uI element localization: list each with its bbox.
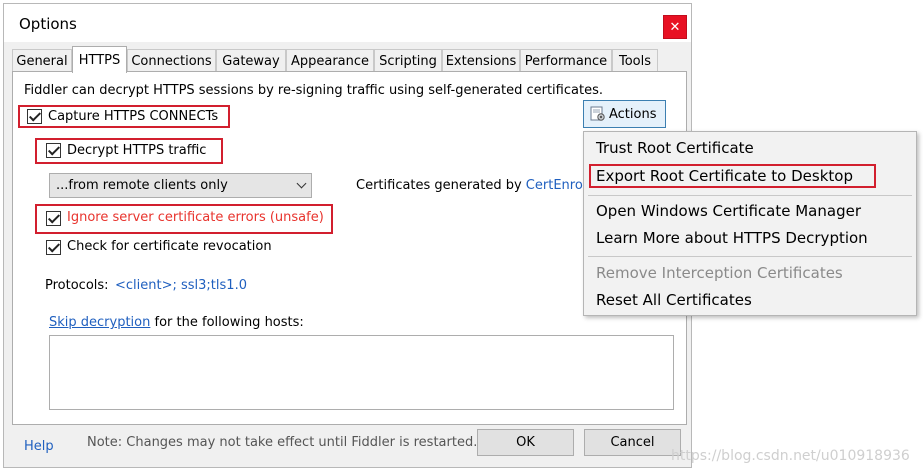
gear-certificate-icon [590,106,606,122]
tab-general[interactable]: General [12,49,72,72]
actions-menu: Trust Root Certificate Export Root Certi… [583,131,917,316]
check-revocation-label[interactable]: Check for certificate revocation [67,239,272,254]
chevron-down-icon [296,178,307,189]
close-icon: ✕ [669,19,681,35]
tab-tools[interactable]: Tools [612,49,658,72]
decrypt-scope-value: ...from remote clients only [56,178,228,193]
tab-connections[interactable]: Connections [127,49,216,72]
restart-note: Note: Changes may not take effect until … [87,435,478,450]
cert-generator-link[interactable]: CertEnroll [526,178,590,193]
menu-separator [588,256,912,257]
certs-generated-text: Certificates generated by CertEnroll [356,178,590,193]
menu-item-open-cert-manager[interactable]: Open Windows Certificate Manager [596,202,861,220]
skip-hosts-textarea[interactable] [49,335,674,410]
dialog-title: Options [19,15,77,33]
skip-decryption-label: for the following hosts: [154,315,304,330]
actions-button[interactable]: Actions [583,100,666,128]
tab-scripting[interactable]: Scripting [374,49,442,72]
protocols-link[interactable]: <client>; ssl3;tls1.0 [115,278,247,293]
cancel-button[interactable]: Cancel [584,429,681,456]
protocols-label: Protocols: [45,278,109,293]
menu-item-trust-root[interactable]: Trust Root Certificate [596,139,754,157]
tab-appearance[interactable]: Appearance [286,49,374,72]
ok-button[interactable]: OK [477,429,574,456]
help-link[interactable]: Help [24,439,54,454]
menu-item-remove-certs: Remove Interception Certificates [596,264,843,282]
close-button[interactable]: ✕ [663,15,687,39]
menu-item-export-root[interactable]: Export Root Certificate to Desktop [596,167,853,185]
tab-gateway[interactable]: Gateway [216,49,286,72]
tab-extensions[interactable]: Extensions [442,49,520,72]
watermark: https://blog.csdn.net/u010918936 [671,448,910,464]
tab-performance[interactable]: Performance [520,49,612,72]
title-bar: Options ✕ [4,4,691,42]
https-description: Fiddler can decrypt HTTPS sessions by re… [24,83,603,98]
capture-connects-checkbox[interactable] [27,109,42,124]
menu-separator [588,195,912,196]
decrypt-traffic-checkbox[interactable] [46,143,61,158]
capture-connects-label[interactable]: Capture HTTPS CONNECTs [48,109,218,124]
tab-https[interactable]: HTTPS [72,46,127,73]
menu-item-learn-more[interactable]: Learn More about HTTPS Decryption [596,229,868,247]
certs-generated-label: Certificates generated by [356,178,522,193]
skip-decryption-text: Skip decryption for the following hosts: [49,315,304,330]
check-revocation-checkbox[interactable] [46,240,61,255]
decrypt-traffic-label[interactable]: Decrypt HTTPS traffic [67,143,206,158]
menu-item-reset-certs[interactable]: Reset All Certificates [596,291,752,309]
actions-button-label: Actions [609,106,657,122]
decrypt-scope-select[interactable]: ...from remote clients only [49,173,312,198]
ignore-errors-checkbox[interactable] [46,211,61,226]
skip-decryption-link[interactable]: Skip decryption [49,315,150,330]
ignore-errors-label[interactable]: Ignore server certificate errors (unsafe… [67,210,324,225]
